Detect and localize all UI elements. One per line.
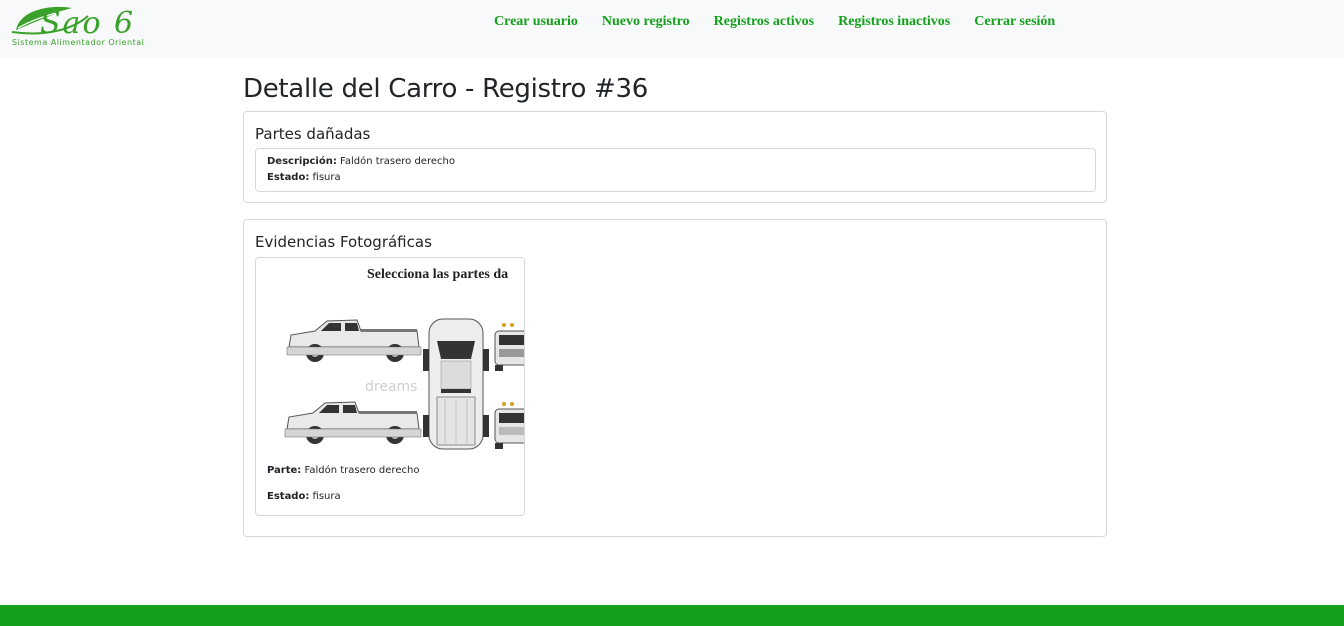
top-navbar: Sao 6 Sistema Alimentador Oriental Crear… bbox=[0, 0, 1344, 58]
part-description-label: Descripción: bbox=[267, 156, 337, 167]
nav-crear-usuario[interactable]: Crear usuario bbox=[494, 14, 578, 30]
evidence-photo[interactable]: Selecciona las partes da dreams bbox=[257, 259, 524, 454]
footer-bar bbox=[0, 605, 1344, 626]
nav-menu: Crear usuario Nuevo registro Registros a… bbox=[494, 14, 1079, 30]
part-state-label: Estado: bbox=[267, 172, 310, 183]
nav-registros-inactivos[interactable]: Registros inactivos bbox=[838, 14, 950, 30]
photo-state-value: fisura bbox=[312, 491, 341, 502]
part-description: Descripción: Faldón trasero derecho bbox=[267, 156, 455, 167]
truck-front-view-icon bbox=[494, 323, 524, 371]
photo-watermark: dreams bbox=[365, 379, 417, 395]
photo-part-label: Parte: bbox=[267, 465, 302, 476]
sao6-logo[interactable]: Sao 6 Sistema Alimentador Oriental bbox=[10, 2, 175, 48]
nav-nuevo-registro[interactable]: Nuevo registro bbox=[602, 14, 690, 30]
truck-top-view-icon bbox=[423, 318, 489, 450]
photo-state: Estado: fisura bbox=[267, 491, 341, 502]
pickup-truck-diagram: dreams bbox=[284, 318, 524, 450]
photo-part-value: Faldón trasero derecho bbox=[304, 465, 420, 476]
evidence-title: Evidencias Fotográficas bbox=[255, 233, 432, 251]
truck-rear-view-icon bbox=[494, 402, 524, 449]
damaged-parts-title: Partes dañadas bbox=[255, 125, 371, 143]
truck-side-bottom-icon bbox=[284, 401, 422, 444]
photo-card: Selecciona las partes da dreams Parte: F… bbox=[255, 257, 525, 516]
damaged-parts-card: Partes dañadas Descripción: Faldón trase… bbox=[243, 111, 1107, 203]
truck-side-top-icon bbox=[286, 319, 422, 362]
part-state-value: fisura bbox=[312, 172, 341, 183]
logo-brand-text: Sao 6 bbox=[40, 6, 136, 41]
page-title: Detalle del Carro - Registro #36 bbox=[243, 74, 649, 104]
evidence-card: Evidencias Fotográficas Selecciona las p… bbox=[243, 219, 1107, 537]
photo-state-label: Estado: bbox=[267, 491, 310, 502]
nav-registros-activos[interactable]: Registros activos bbox=[714, 14, 814, 30]
part-description-value: Faldón trasero derecho bbox=[340, 156, 455, 167]
part-state: Estado: fisura bbox=[267, 172, 341, 183]
logo-subtitle: Sistema Alimentador Oriental bbox=[12, 38, 145, 47]
damaged-part-item: Descripción: Faldón trasero derecho Esta… bbox=[255, 148, 1096, 192]
nav-cerrar-sesion[interactable]: Cerrar sesión bbox=[974, 14, 1055, 30]
photo-part: Parte: Faldón trasero derecho bbox=[267, 465, 419, 476]
